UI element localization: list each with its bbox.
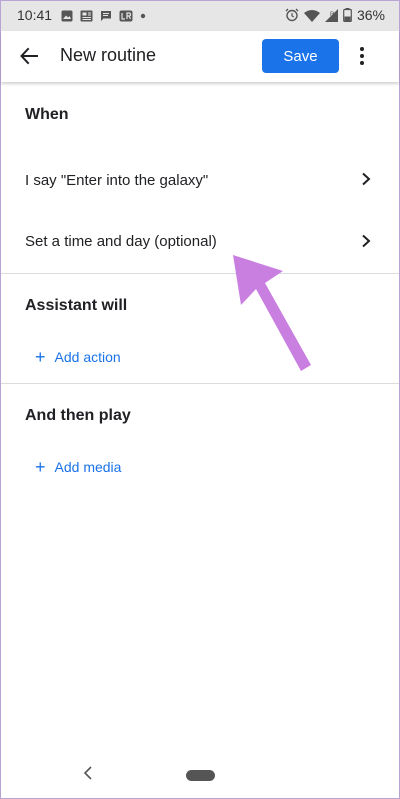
battery-percentage: 36%: [356, 7, 385, 23]
plus-icon: +: [35, 347, 46, 367]
nav-back-icon[interactable]: [81, 765, 95, 781]
add-media-label: Add media: [54, 459, 122, 475]
section-title-and-then-play: And then play: [25, 407, 131, 424]
add-action-button[interactable]: + Add action: [35, 347, 121, 367]
save-button[interactable]: Save: [262, 39, 339, 73]
more-vert-icon: [360, 47, 364, 51]
more-options-button[interactable]: [351, 42, 373, 70]
divider: [1, 273, 399, 274]
plus-icon: +: [35, 457, 46, 477]
status-bar: 10:41 R 36%: [1, 1, 399, 31]
when-item-label: Set a time and day (optional): [25, 233, 217, 250]
section-title-when: When: [25, 106, 69, 123]
message-icon: [101, 11, 111, 21]
signal-icon: R: [324, 8, 338, 22]
section-title-assistant-will: Assistant will: [25, 297, 128, 314]
image-icon: [61, 10, 73, 22]
battery-icon: [343, 8, 352, 22]
arrow-back-icon: [20, 47, 38, 65]
chevron-right-icon: [362, 172, 371, 186]
app-bar: New routine Save: [1, 31, 399, 82]
dot-icon: [140, 13, 146, 19]
annotation-arrow-icon: [233, 255, 311, 371]
chevron-right-icon: [362, 234, 371, 248]
add-media-button[interactable]: + Add media: [35, 457, 122, 477]
when-item-label: I say "Enter into the galaxy": [25, 172, 209, 189]
status-right-icons: R 36%: [285, 7, 385, 23]
divider: [1, 383, 399, 384]
lr-icon: [119, 10, 133, 22]
back-button[interactable]: [15, 42, 43, 70]
page-title: New routine: [60, 45, 157, 65]
status-time: 10:41: [17, 7, 53, 23]
more-vert-dot: [360, 54, 364, 58]
alarm-icon: [285, 8, 299, 22]
nav-home-pill[interactable]: [186, 770, 215, 781]
more-vert-dot: [360, 61, 364, 65]
wifi-icon: [303, 9, 320, 22]
status-left-icons: [61, 9, 146, 23]
news-icon: [80, 10, 93, 22]
add-action-label: Add action: [54, 349, 121, 365]
svg-text:R: R: [330, 12, 335, 18]
